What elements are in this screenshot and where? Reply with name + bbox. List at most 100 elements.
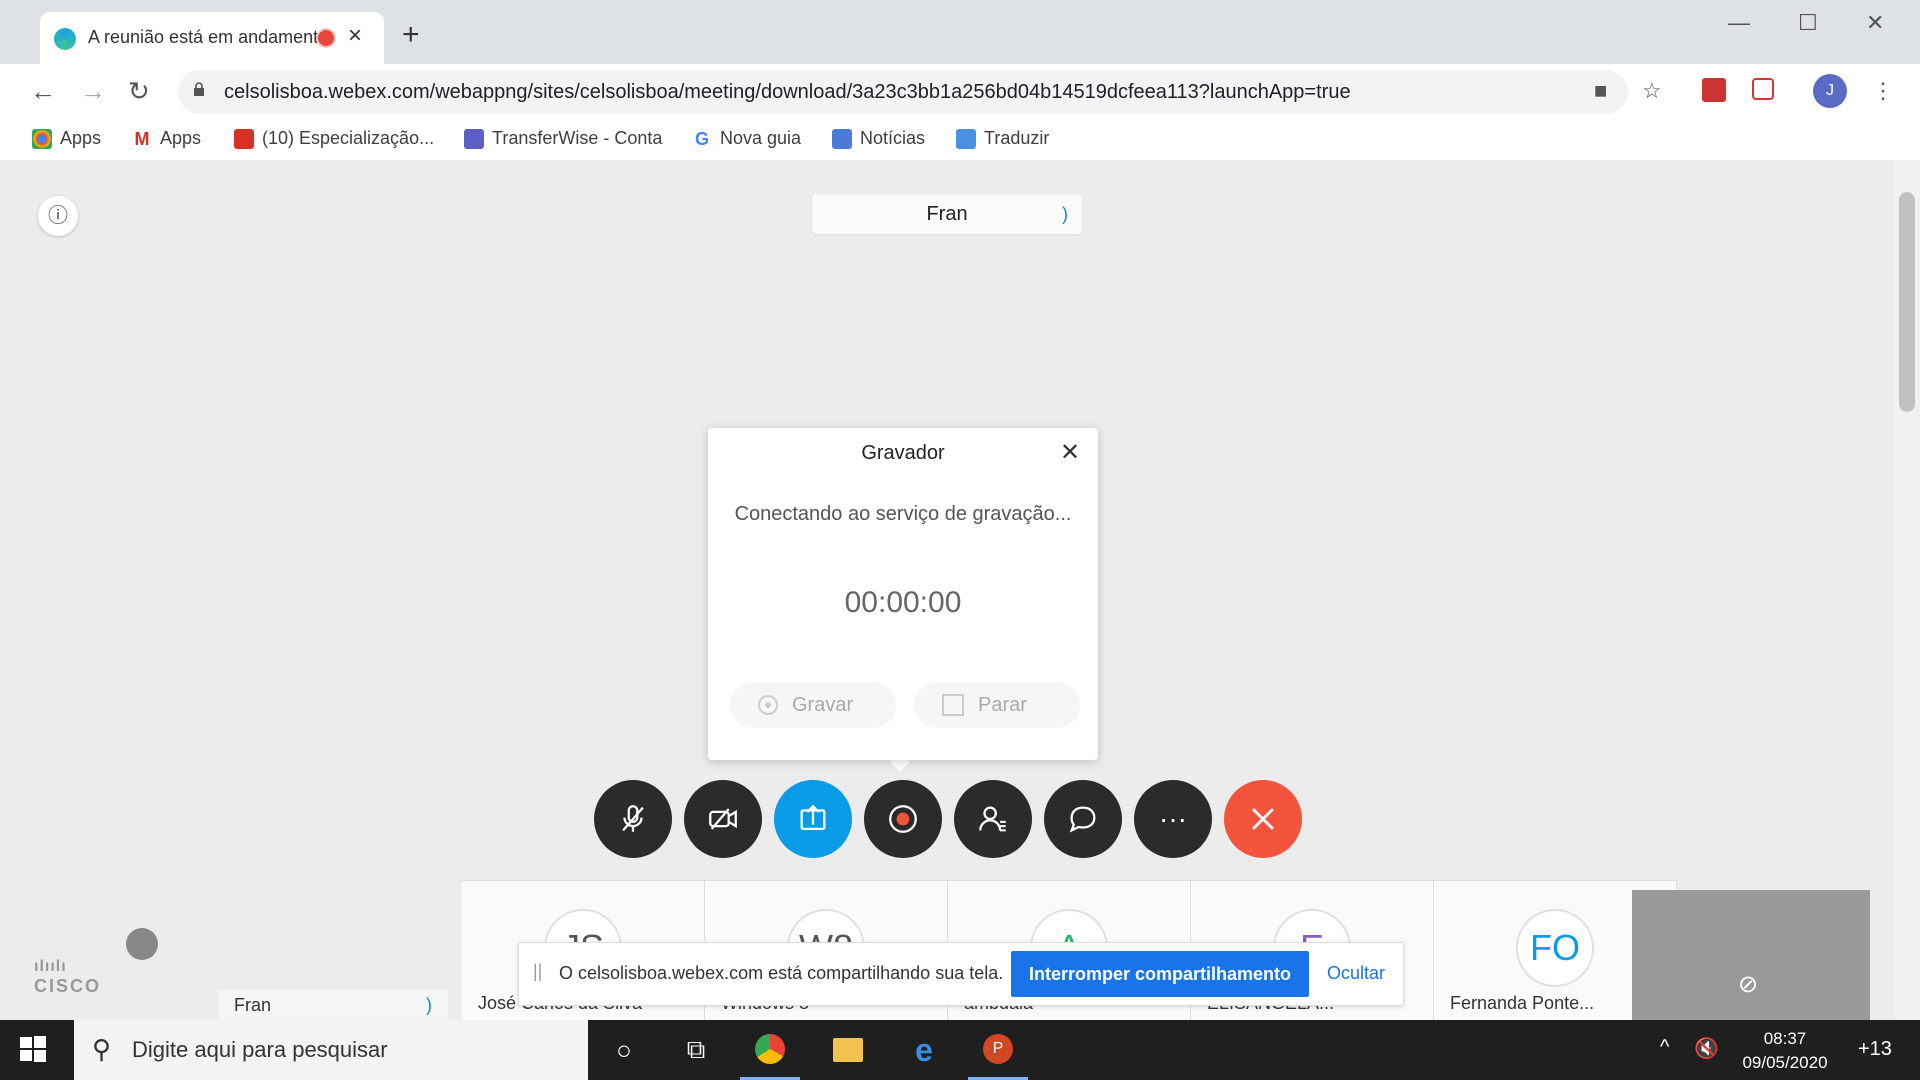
leave-meeting-button[interactable] [1224,780,1302,858]
brand-text: CISCO [34,976,102,996]
share-button[interactable] [774,780,852,858]
tab-title: A reunião está em andamento [88,27,318,47]
record-icon [889,805,917,833]
volume-muted-icon[interactable]: 🔇 [1694,1036,1719,1061]
system-clock[interactable]: 08:37 09/05/2020 [1730,1027,1840,1075]
active-speaker-label: Fran ) [812,194,1082,234]
video-button[interactable] [684,780,762,858]
recorder-status: Conectando ao serviço de gravação... [734,503,1072,525]
share-screen-icon [800,804,826,831]
pocket-extension-icon[interactable] [1752,78,1774,100]
reload-button[interactable]: ↻ [128,76,150,107]
chrome-taskbar-icon[interactable] [740,1020,800,1080]
browser-tab[interactable]: A reunião está em andamento × [40,12,384,64]
speaker-name: Fran [926,203,968,225]
search-placeholder: Digite aqui para pesquisar [132,1037,388,1062]
bookmark-label: TransferWise - Conta [492,128,663,148]
recorder-title: Gravador [861,442,945,464]
bookmark-label: (10) Especialização... [262,128,435,148]
self-video-tile[interactable]: ⊘ [1632,890,1870,1020]
bookmark-apps[interactable]: Apps [32,128,101,149]
share-message: O celsolisboa.webex.com está compartilha… [559,963,1004,983]
close-icon [1252,808,1274,830]
minimize-button[interactable]: — [1728,10,1750,36]
gmail-icon: M [134,128,150,149]
tray-chevron-icon[interactable]: ^ [1660,1036,1669,1059]
bookmark-label: Nova guia [720,128,802,148]
stop-sharing-button[interactable]: Interromper compartilhamento [1011,951,1309,997]
participant-name: Fernanda Ponte... [1450,993,1595,1013]
powerpoint-icon[interactable]: P [968,1020,1028,1080]
hide-banner-link[interactable]: Ocultar [1327,963,1385,984]
stop-label: Parar [978,693,1027,716]
microphone-muted-icon [622,805,644,832]
clock-date: 09/05/2020 [1742,1053,1828,1072]
webex-favicon-icon [54,28,76,50]
chrome-menu-icon[interactable]: ⋮ [1872,78,1894,104]
search-icon: ⚲ [92,1034,112,1064]
address-bar[interactable]: celsolisboa.webex.com/webappng/sites/cel… [178,70,1628,114]
camera-in-use-icon[interactable]: ■ [1594,78,1607,104]
dialog-close-icon[interactable]: ✕ [1060,438,1080,467]
camera-off-icon: ⊘ [1738,971,1759,998]
back-button[interactable]: ← [30,76,56,107]
bookmark-noticias[interactable]: Notícias [832,128,925,149]
bookmark-transferwise[interactable]: TransferWise - Conta [464,128,662,149]
record-label: Gravar [792,693,854,716]
edge-icon[interactable]: e [894,1020,954,1080]
bookmark-icon [234,128,254,149]
cisco-logo: ılıılı CISCO [34,958,101,997]
recorder-timer: 00:00:00 [844,586,962,619]
bookmark-star-icon[interactable]: ☆ [1642,78,1662,104]
windows-start-icon[interactable] [18,1034,48,1064]
google-icon: G [694,128,709,149]
browser-toolbar: ← → ↻ celsolisboa.webex.com/webappng/sit… [0,64,1920,120]
chat-button[interactable] [1044,780,1122,858]
cisco-bars-icon: ılıılı [34,958,67,975]
news-icon [832,128,852,149]
translate-icon [956,128,976,149]
drag-handle-icon[interactable]: || [533,961,542,982]
bookmark-label: Apps [160,128,202,148]
task-view-icon[interactable]: ⧉ [666,1020,726,1080]
record-radio-icon [758,695,778,715]
clock-time: 08:37 [1763,1029,1807,1048]
record-button[interactable]: Gravar [730,682,896,728]
bookmark-gmail[interactable]: M Apps [132,128,202,149]
file-explorer-icon[interactable] [818,1020,878,1080]
notification-count[interactable]: +13 [1858,1038,1892,1061]
bookmark-traduzir[interactable]: Traduzir [956,128,1049,149]
stop-button[interactable]: Parar [914,682,1080,728]
participants-icon [979,806,1006,832]
audio-signal-icon: ) [1062,204,1068,224]
participants-button[interactable] [954,780,1032,858]
taskbar-search-box[interactable]: ⚲ Digite aqui para pesquisar [74,1020,588,1080]
browser-tab-strip: A reunião está em andamento × + — ☐ ✕ [0,0,1920,64]
local-user-name: Fran [234,995,272,1015]
bookmark-nova-guia[interactable]: G Nova guia [692,128,801,149]
apps-grid-icon [32,128,52,149]
bookmark-label: Notícias [860,128,926,148]
record-control-button[interactable] [864,780,942,858]
local-user-label: Fran ) [218,990,448,1020]
maximize-button[interactable]: ☐ [1798,10,1818,36]
stop-square-icon [942,694,964,716]
profile-avatar[interactable]: J [1813,74,1847,108]
cortana-icon[interactable]: ○ [594,1020,654,1080]
extension-icon[interactable] [1702,78,1726,102]
forward-button[interactable]: → [80,76,106,107]
participant-avatar: FO [1516,909,1594,987]
meeting-info-icon[interactable]: ⓘ [38,196,78,236]
scrollbar-thumb[interactable] [1899,192,1915,412]
recording-indicator-icon [318,30,334,46]
audio-signal-icon: ) [426,995,432,1015]
window-close-button[interactable]: ✕ [1866,10,1884,36]
windows-taskbar: ⚲ Digite aqui para pesquisar ○ ⧉ e P ^ 🔇… [0,1020,1920,1080]
mute-button[interactable] [594,780,672,858]
bookmark-especializacao[interactable]: (10) Especialização... [234,128,434,149]
more-options-button[interactable]: ··· [1134,780,1212,858]
new-tab-button[interactable]: + [402,20,420,50]
status-dot [126,928,158,960]
ellipsis-icon: ··· [1159,803,1187,834]
tab-close-icon[interactable]: × [348,22,362,50]
